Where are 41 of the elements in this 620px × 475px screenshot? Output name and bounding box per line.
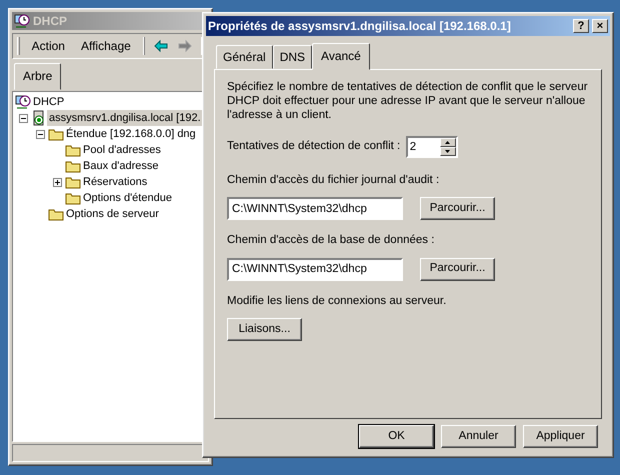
clock-icon: [14, 13, 30, 29]
spin-down-button[interactable]: [440, 147, 456, 156]
spin-up-button[interactable]: [440, 138, 456, 147]
window-title: Propriétés de assysmsrv1.dngilisa.local [192.168.0.1]: [208, 18, 512, 35]
tab[interactable]: Général: [216, 45, 273, 69]
field-label: Chemin d'accès de la base de données :: [227, 233, 436, 248]
menu-item[interactable]: Action: [28, 37, 69, 55]
clock-icon: [15, 94, 31, 110]
tab[interactable]: Arbre: [14, 63, 62, 90]
tree-item[interactable]: Options d'étendue: [81, 190, 174, 206]
up-arrow-icon: [445, 141, 450, 144]
description-text: Spécifiez le nombre de tentatives de détection de conflit que le serveur DHCP doit effectuer pour une adresse IP avant que le serveur n'alloue l'adresse à un client.: [227, 80, 589, 122]
back-arrow-icon[interactable]: [153, 39, 170, 53]
path-field[interactable]: C:\WINNT\System32\dhcp: [227, 197, 403, 220]
collapse-icon[interactable]: [19, 114, 28, 122]
tree-item[interactable]: Réservations: [81, 174, 150, 190]
dialog-button[interactable]: OK: [359, 425, 434, 448]
field-label: Tentatives de détection de conflit :: [227, 139, 400, 154]
window-title: DHCP: [33, 13, 68, 30]
close-button[interactable]: ×: [592, 19, 608, 33]
dialog-button[interactable]: Annuler: [441, 425, 516, 448]
collapse-icon[interactable]: [36, 130, 45, 138]
tree-item[interactable]: Pool d'adresses: [81, 142, 163, 158]
expand-icon[interactable]: [53, 178, 62, 186]
menu-item[interactable]: Affichage: [76, 37, 135, 55]
browse-button[interactable]: Parcourir...: [420, 197, 495, 220]
tree-item[interactable]: DHCP: [31, 94, 66, 110]
tree-item[interactable]: Baux d'adresse: [81, 158, 160, 174]
dialog-button[interactable]: Appliquer: [523, 425, 598, 448]
browse-button[interactable]: Parcourir...: [420, 258, 495, 280]
bindings-text: Modifie les liens de connexions au serveur.: [227, 294, 448, 308]
tree-item[interactable]: assysmsrv1.dngilisa.local [192.: [47, 110, 203, 126]
tree-item[interactable]: Étendue [192.168.0.0] dng: [64, 126, 198, 142]
tree-item[interactable]: Options de serveur: [64, 206, 161, 222]
field-label: Chemin d'accès du fichier journal d'audit :: [227, 173, 440, 188]
help-button[interactable]: ?: [573, 19, 589, 33]
path-field[interactable]: C:\WINNT\System32\dhcp: [227, 258, 403, 280]
tab[interactable]: DNS: [272, 45, 312, 69]
down-arrow-icon: [445, 150, 450, 153]
tab[interactable]: Avancé: [312, 43, 370, 70]
bindings-button[interactable]: Liaisons...: [227, 318, 302, 341]
